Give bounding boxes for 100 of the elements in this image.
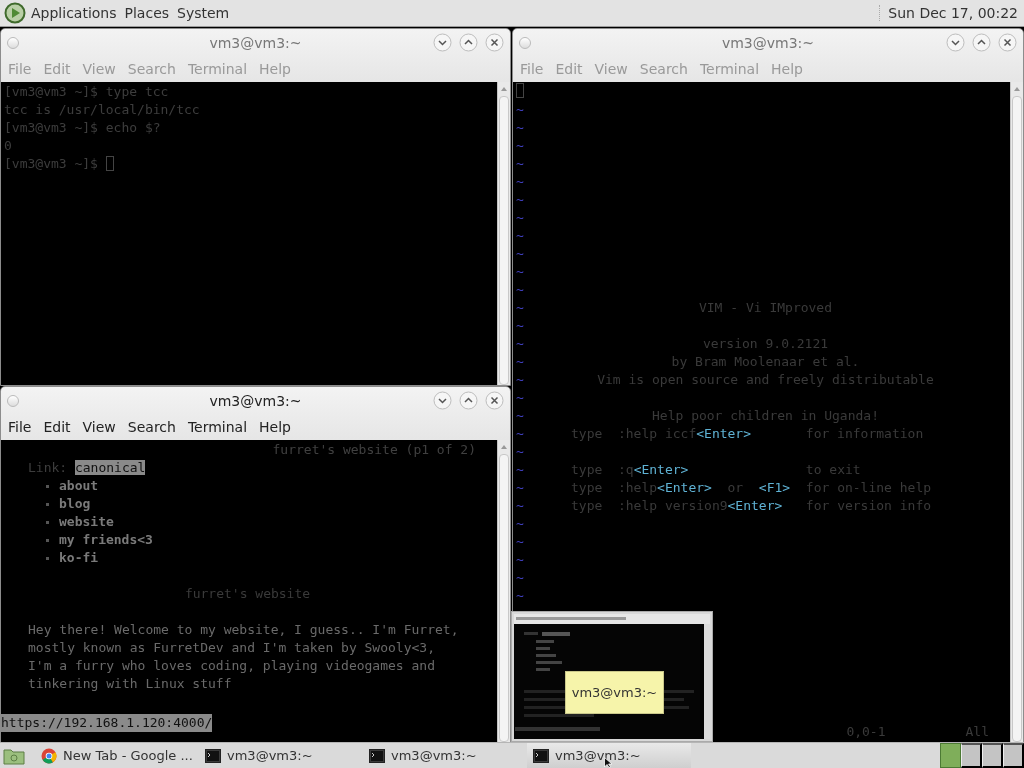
workspace-button[interactable] — [982, 743, 1003, 768]
menu-item[interactable]: Help — [253, 419, 297, 435]
vim-intro-line: version 9.0.2121 — [701, 335, 830, 353]
bullet-icon — [46, 502, 49, 506]
paragraph-line: I'm a furry who loves coding, playing videogames and — [27, 657, 436, 675]
vim-intro-line: type :help iccf<Enter> for information — [570, 425, 924, 443]
tilde-marker: ~ — [516, 101, 524, 119]
tilde-marker: ~ — [516, 173, 524, 191]
tilde-marker: ~ — [516, 587, 524, 605]
tilde-marker: ~ — [516, 245, 524, 263]
tilde-marker: ~ — [516, 425, 524, 443]
tilde-marker: ~ — [516, 497, 524, 515]
window-menu-button[interactable] — [7, 36, 19, 49]
cursor-position: 0,0-1 — [846, 723, 886, 741]
panel-menu[interactable]: Applications — [28, 5, 120, 21]
scrollbar-thumb[interactable] — [499, 96, 509, 385]
tilde-marker: ~ — [516, 119, 524, 137]
tilde-marker: ~ — [516, 389, 524, 407]
link[interactable]: canonical — [74, 460, 146, 475]
menu-item[interactable]: Search — [121, 419, 182, 435]
tilde-marker: ~ — [516, 551, 524, 569]
window-title: vm3@vm3:~ — [208, 392, 303, 409]
terminal-line: tcc is /usr/local/bin/tcc — [4, 102, 200, 117]
scroll-up-icon[interactable] — [500, 444, 508, 450]
tilde-marker: ~ — [516, 191, 524, 209]
vim-intro-line: Vim is open source and freely distributable — [596, 371, 935, 389]
scroll-up-icon[interactable] — [500, 86, 508, 92]
workspace-button[interactable] — [961, 743, 982, 768]
tilde-marker: ~ — [516, 227, 524, 245]
link-label: Link: — [28, 460, 69, 475]
close-icon[interactable] — [485, 33, 504, 52]
link[interactable]: my friends<3 — [59, 531, 153, 549]
vim-intro-line: type :help<Enter> or <F1> for on-line help — [570, 479, 932, 497]
tooltip: vm3@vm3:~ — [565, 671, 664, 714]
window-title: vm3@vm3:~ — [208, 34, 303, 51]
tilde-marker: ~ — [516, 371, 524, 389]
terminal-line: [vm3@vm3 ~]$ type tcc — [4, 84, 169, 99]
tilde-marker: ~ — [516, 353, 524, 371]
bullet-icon — [46, 538, 49, 542]
show-desktop-icon[interactable] — [3, 746, 25, 765]
workspace-button[interactable] — [1003, 743, 1024, 768]
tilde-marker: ~ — [516, 209, 524, 227]
maximize-icon[interactable] — [972, 33, 991, 52]
page-heading: furret's website — [183, 585, 312, 603]
menu-item[interactable]: Terminal — [181, 419, 254, 435]
terminal-line: [vm3@vm3 ~]$ — [4, 156, 98, 171]
link[interactable]: blog — [59, 495, 91, 513]
close-icon[interactable] — [485, 391, 504, 410]
taskbar-button[interactable]: New Tab - Google ... — [35, 743, 199, 768]
vim-intro-line: Help poor children in Uganda! — [651, 407, 880, 425]
menu-item[interactable]: View — [76, 419, 122, 435]
taskbar-button[interactable]: vm3@vm3:~ — [199, 743, 363, 768]
tilde-marker: ~ — [516, 533, 524, 551]
vim-intro-line: type :help version9<Enter> for version info — [570, 497, 932, 515]
tilde-marker: ~ — [516, 281, 524, 299]
window-menu-button[interactable] — [519, 36, 531, 49]
maximize-icon[interactable] — [459, 391, 478, 410]
browser-icon — [41, 747, 57, 764]
scrollbar-thumb[interactable] — [499, 454, 509, 742]
tilde-marker: ~ — [516, 155, 524, 173]
tilde-marker: ~ — [516, 299, 524, 317]
logo-icon[interactable] — [4, 2, 26, 24]
tilde-marker: ~ — [516, 515, 524, 533]
minimize-icon[interactable] — [946, 33, 965, 52]
terminal-line: 0 — [4, 138, 12, 153]
page-header: furret's website (p1 of 2) — [271, 441, 477, 459]
paragraph-line: tinkering with Linux stuff — [27, 675, 233, 693]
vim-intro-line: VIM - Vi IMproved — [697, 299, 834, 317]
terminal-line: [vm3@vm3 ~]$ echo $? — [4, 120, 161, 135]
close-icon[interactable] — [998, 33, 1017, 52]
tilde-marker: ~ — [516, 479, 524, 497]
menu-item[interactable]: Edit — [37, 419, 77, 435]
taskbar-button[interactable]: vm3@vm3:~ — [527, 743, 691, 768]
minimize-icon[interactable] — [433, 391, 452, 410]
clock[interactable]: Sun Dec 17, 00:22 — [879, 5, 1020, 21]
terminal-icon — [205, 747, 221, 764]
link[interactable]: about — [59, 477, 99, 495]
tilde-marker: ~ — [516, 569, 524, 587]
tilde-marker: ~ — [516, 263, 524, 281]
taskbar-button[interactable]: vm3@vm3:~ — [363, 743, 527, 768]
paragraph-line: mostly known as FurretDev and I'm taken by Swooly<3, — [27, 639, 436, 657]
scroll-position: All — [965, 723, 989, 741]
scroll-up-icon[interactable] — [1013, 86, 1021, 92]
minimize-icon[interactable] — [433, 33, 452, 52]
bullet-icon — [46, 556, 49, 560]
window-menu-button[interactable] — [7, 394, 19, 407]
scrollbar[interactable] — [497, 440, 510, 742]
paragraph-line: Hey there! Welcome to my website, I guess.. I'm Furret, — [27, 621, 460, 639]
bullet-icon — [46, 484, 49, 488]
panel-menu[interactable]: System — [174, 5, 233, 21]
panel-menu[interactable]: Places — [121, 5, 173, 21]
window-title: vm3@vm3:~ — [720, 34, 816, 51]
maximize-icon[interactable] — [459, 33, 478, 52]
link[interactable]: website — [59, 513, 114, 531]
menu-item[interactable]: File — [2, 419, 38, 435]
scrollbar-thumb[interactable] — [1012, 96, 1022, 742]
link[interactable]: ko-fi — [59, 549, 99, 567]
tilde-marker: ~ — [516, 407, 524, 425]
scrollbar[interactable] — [497, 82, 510, 385]
scrollbar[interactable] — [1010, 82, 1023, 742]
